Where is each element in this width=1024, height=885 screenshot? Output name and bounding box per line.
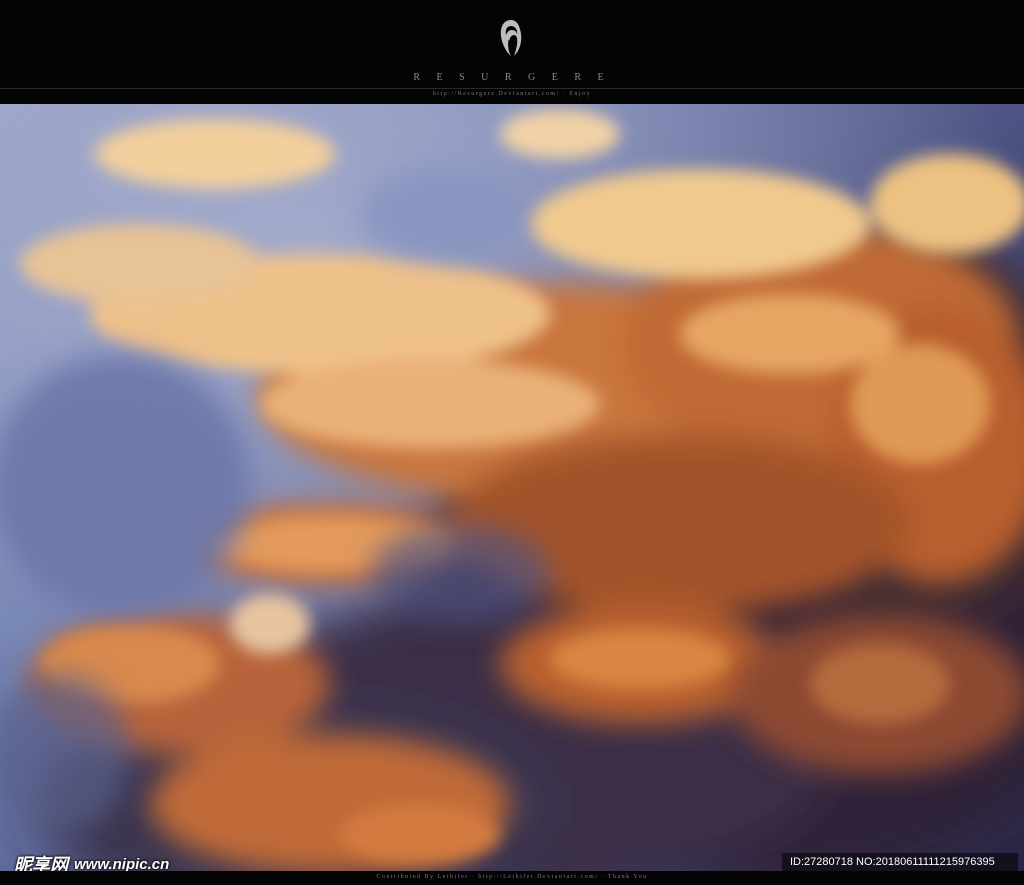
header-divider bbox=[0, 88, 1024, 89]
watermark-site-url: www.nipic.cn bbox=[74, 855, 170, 873]
watermark-id-label: ID:27280718 NO:20180611111215976395 bbox=[782, 853, 1018, 872]
sunset-clouds-photo bbox=[0, 104, 1024, 871]
footer-credit: Contributed By Lethifer · http://Lethife… bbox=[376, 874, 648, 880]
site-subtitle: http://Resurgere.Deviantart.com/ · Enjoy bbox=[432, 91, 592, 97]
hooded-figure-logo-icon bbox=[500, 20, 522, 56]
site-title: R E S U R G E R E bbox=[413, 72, 611, 83]
cloud-illustration bbox=[0, 104, 1024, 871]
top-banner: R E S U R G E R E http://Resurgere.Devia… bbox=[0, 0, 1024, 104]
